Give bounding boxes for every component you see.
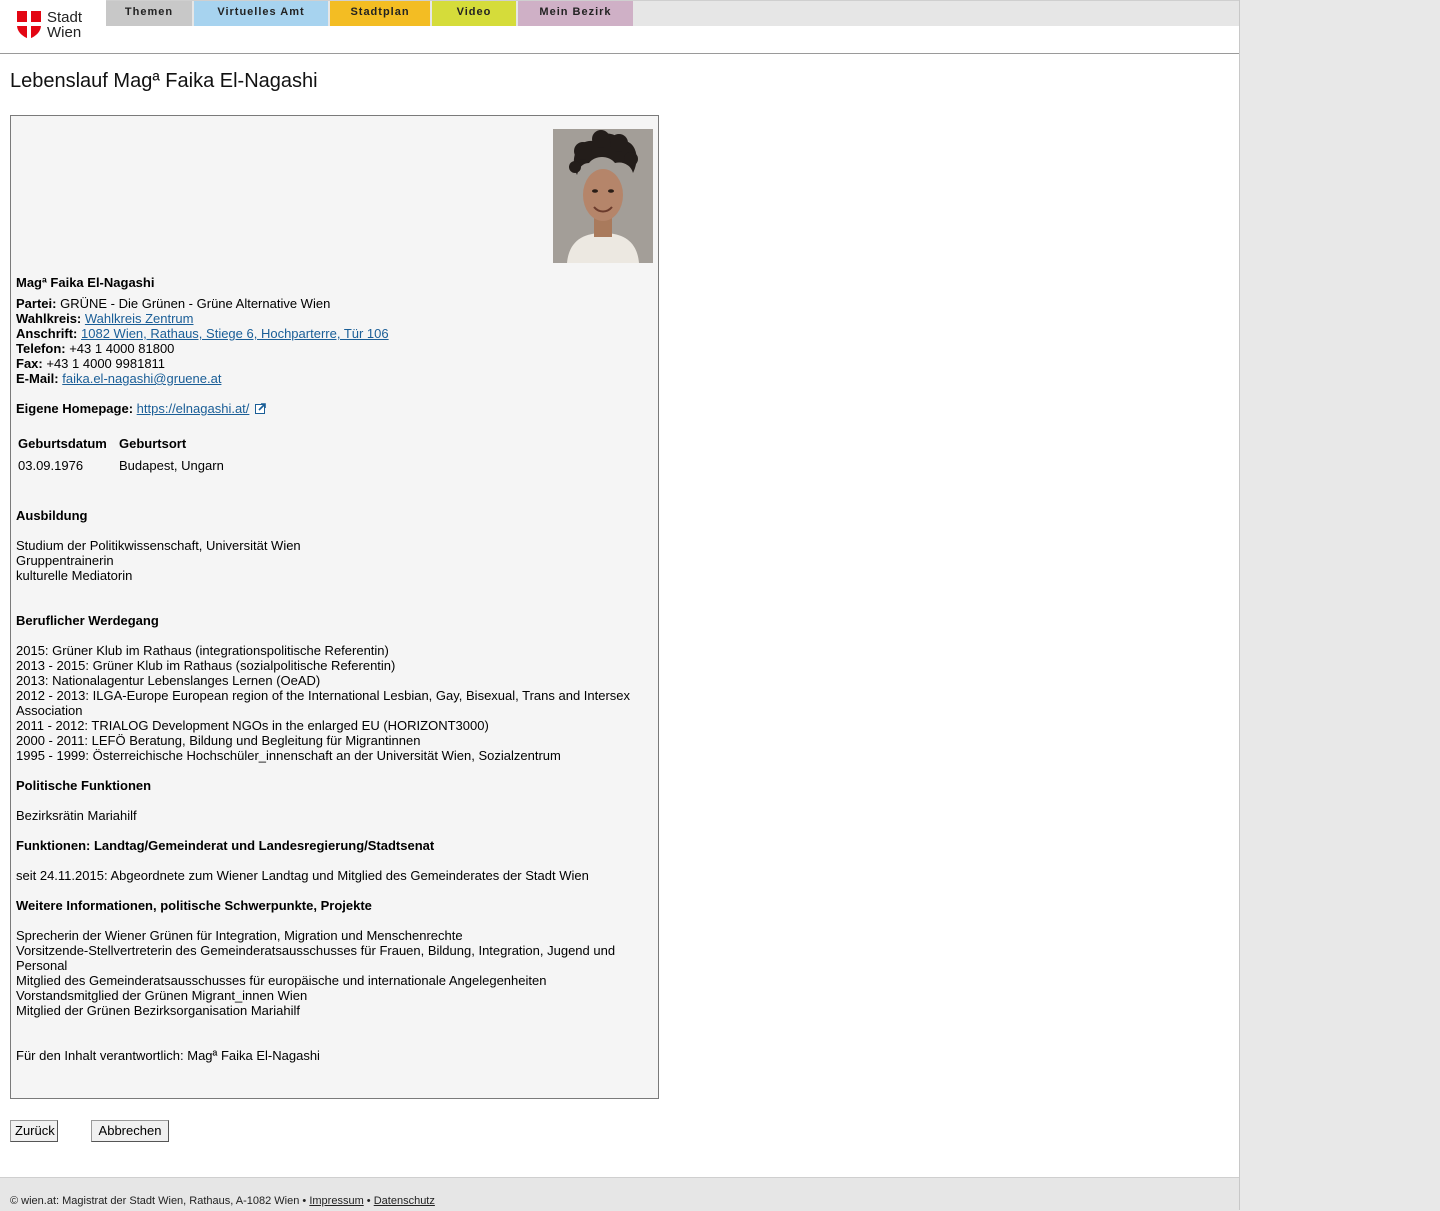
partei-label: Partei:: [16, 296, 57, 311]
nav-tab-stadtplan[interactable]: Stadtplan: [330, 1, 430, 26]
table-header-geburtsdatum: Geburtsdatum: [18, 436, 107, 451]
table-cell-geburtsort: Budapest, Ungarn: [119, 458, 224, 473]
logo-text: Stadt Wien: [47, 10, 82, 40]
header: Stadt Wien Themen Virtuelles Amt Stadtpl…: [0, 0, 1239, 54]
anschrift-link[interactable]: 1082 Wien, Rathaus, Stiege 6, Hochparter…: [81, 326, 389, 341]
telefon-row: Telefon: +43 1 4000 81800: [16, 341, 174, 356]
list-item: Sprecherin der Wiener Grünen für Integra…: [16, 928, 463, 943]
list-item: Bezirksrätin Mariahilf: [16, 808, 137, 823]
section-heading-werdegang: Beruflicher Werdegang: [16, 613, 159, 628]
list-item: 1995 - 1999: Österreichische Hochschüler…: [16, 748, 561, 763]
footer-separator: •: [366, 1195, 371, 1207]
vienna-shield-icon: [17, 11, 41, 39]
list-item: 2012 - 2013: ILGA-Europe European region…: [16, 688, 631, 718]
profile-box: Magª Faika El-Nagashi Partei: GRÜNE - Di…: [10, 115, 659, 1099]
partei-row: Partei: GRÜNE - Die Grünen - Grüne Alter…: [16, 296, 330, 311]
section-heading-weitere: Weitere Informationen, politische Schwer…: [16, 898, 372, 913]
list-item: Gruppentrainerin: [16, 553, 114, 568]
list-item: Mitglied der Grünen Bezirksorganisation …: [16, 1003, 300, 1018]
section-heading-ausbildung: Ausbildung: [16, 508, 88, 523]
homepage-row: Eigene Homepage: https://elnagashi.at/: [16, 401, 266, 416]
nav-tab-mein-bezirk[interactable]: Mein Bezirk: [518, 1, 633, 26]
telefon-value: +43 1 4000 81800: [69, 341, 175, 356]
list-item: 2015: Grüner Klub im Rathaus (integratio…: [16, 643, 389, 658]
wahlkreis-row: Wahlkreis: Wahlkreis Zentrum: [16, 311, 194, 326]
email-row: E-Mail: faika.el-nagashi@gruene.at: [16, 371, 221, 386]
homepage-link[interactable]: https://elnagashi.at/: [137, 401, 250, 416]
list-item: 2013 - 2015: Grüner Klub im Rathaus (soz…: [16, 658, 396, 673]
back-button[interactable]: Zurück: [10, 1120, 58, 1142]
list-item: 2011 - 2012: TRIALOG Development NGOs in…: [16, 718, 489, 733]
main-nav: Themen Virtuelles Amt Stadtplan Video Me…: [106, 0, 1239, 26]
partei-value: GRÜNE - Die Grünen - Grüne Alternative W…: [60, 296, 331, 311]
list-item: Mitglied des Gemeinderatsausschusses für…: [16, 973, 547, 988]
external-link-icon[interactable]: [255, 403, 266, 414]
list-item: Studium der Politikwissenschaft, Univers…: [16, 538, 301, 553]
stadt-wien-logo[interactable]: Stadt Wien: [17, 10, 97, 42]
nav-tab-virtuelles-amt[interactable]: Virtuelles Amt: [194, 1, 328, 26]
content-responsibility: Für den Inhalt verantwortlich: Magª Faik…: [16, 1048, 320, 1063]
footer-copyright: © wien.at: Magistrat der Stadt Wien, Rat…: [10, 1195, 307, 1207]
email-link[interactable]: faika.el-nagashi@gruene.at: [62, 371, 221, 386]
anschrift-label: Anschrift:: [16, 326, 78, 341]
list-item: 2013: Nationalagentur Lebenslanges Lerne…: [16, 673, 321, 688]
profile-name: Magª Faika El-Nagashi: [16, 275, 155, 290]
logo-line-wien: Wien: [47, 24, 82, 41]
nav-tab-themen[interactable]: Themen: [106, 1, 192, 26]
email-label: E-Mail:: [16, 371, 59, 386]
impressum-link[interactable]: Impressum: [309, 1195, 363, 1207]
wahlkreis-label: Wahlkreis:: [16, 311, 82, 326]
table-header-geburtsort: Geburtsort: [119, 436, 187, 451]
footer-text: © wien.at: Magistrat der Stadt Wien, Rat…: [10, 1195, 435, 1207]
nav-tab-video[interactable]: Video: [432, 1, 516, 26]
anschrift-row: Anschrift: 1082 Wien, Rathaus, Stiege 6,…: [16, 326, 389, 341]
portrait-photo: [553, 129, 653, 263]
cancel-button[interactable]: Abbrechen: [91, 1120, 169, 1142]
logo-line-stadt: Stadt: [47, 9, 83, 26]
homepage-label: Eigene Homepage:: [16, 401, 134, 416]
fax-row: Fax: +43 1 4000 9981811: [16, 356, 165, 371]
list-item: Vorstandsmitglied der Grünen Migrant_inn…: [16, 988, 308, 1003]
page: Stadt Wien Themen Virtuelles Amt Stadtpl…: [0, 0, 1240, 1211]
fax-label: Fax:: [16, 356, 43, 371]
fax-value: +43 1 4000 9981811: [46, 356, 166, 371]
wahlkreis-link[interactable]: Wahlkreis Zentrum: [85, 311, 194, 326]
datenschutz-link[interactable]: Datenschutz: [374, 1195, 435, 1207]
list-item: seit 24.11.2015: Abgeordnete zum Wiener …: [16, 868, 589, 883]
telefon-label: Telefon:: [16, 341, 66, 356]
list-item: 2000 - 2011: LEFÖ Beratung, Bildung und …: [16, 733, 421, 748]
list-item: kulturelle Mediatorin: [16, 568, 133, 583]
table-cell-geburtsdatum: 03.09.1976: [18, 458, 84, 473]
page-title: Lebenslauf Magª Faika El-Nagashi: [10, 70, 318, 92]
section-heading-funktionen: Funktionen: Landtag/Gemeinderat und Land…: [16, 838, 435, 853]
section-heading-politische-funktionen: Politische Funktionen: [16, 778, 152, 793]
list-item: Vorsitzende-Stellvertreterin des Gemeind…: [16, 943, 616, 973]
footer: © wien.at: Magistrat der Stadt Wien, Rat…: [0, 1177, 1239, 1211]
